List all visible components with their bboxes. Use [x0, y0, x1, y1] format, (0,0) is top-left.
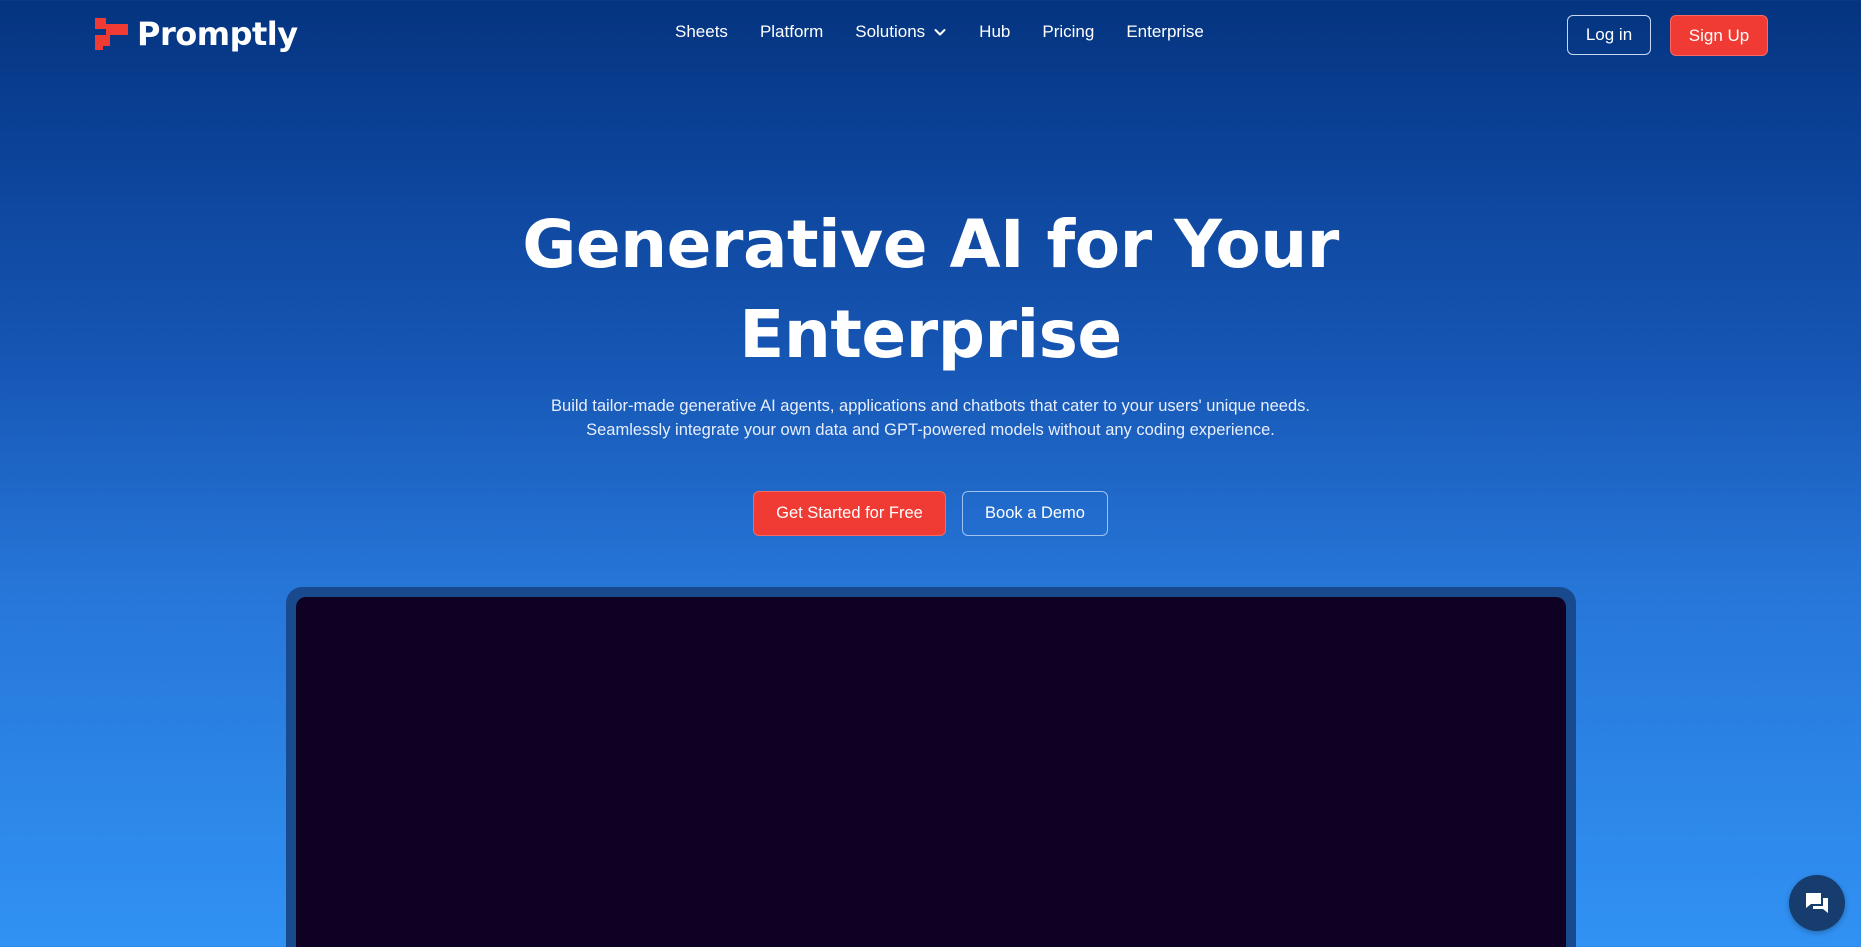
brand-name: Promptly: [137, 15, 298, 53]
logo-mark-icon: [95, 18, 131, 50]
nav-item-solutions[interactable]: Solutions: [855, 22, 947, 42]
nav-item-hub[interactable]: Hub: [979, 22, 1010, 42]
site-header: Promptly Sheets Platform Solutions Hub P…: [0, 0, 1861, 72]
hero-subtitle: Build tailor-made generative AI agents, …: [0, 394, 1861, 442]
hero-title-line-1: Generative AI for Your: [522, 206, 1339, 283]
chat-widget-button[interactable]: [1789, 875, 1845, 931]
hero-title-line-2: Enterprise: [739, 296, 1122, 373]
chevron-down-icon: [934, 29, 946, 36]
nav-item-pricing[interactable]: Pricing: [1042, 22, 1094, 42]
nav-item-solutions-label: Solutions: [855, 22, 926, 41]
hero-subtitle-line-2: Seamlessly integrate your own data and G…: [586, 421, 1275, 439]
video-player[interactable]: [296, 597, 1566, 947]
login-button[interactable]: Log in: [1567, 15, 1651, 55]
nav-item-platform[interactable]: Platform: [760, 22, 823, 42]
get-started-button[interactable]: Get Started for Free: [753, 491, 946, 536]
signup-button[interactable]: Sign Up: [1670, 15, 1768, 56]
main-nav: Sheets Platform Solutions Hub Pricing En…: [675, 22, 1204, 42]
hero-subtitle-line-1: Build tailor-made generative AI agents, …: [551, 397, 1310, 415]
hero-title: Generative AI for Your Enterprise: [0, 200, 1861, 380]
brand-logo[interactable]: Promptly: [95, 14, 298, 54]
nav-item-enterprise[interactable]: Enterprise: [1126, 22, 1203, 42]
nav-item-sheets[interactable]: Sheets: [675, 22, 728, 42]
chat-bubble-icon: [1806, 893, 1828, 913]
video-frame: [286, 587, 1576, 947]
book-demo-button[interactable]: Book a Demo: [962, 491, 1108, 536]
